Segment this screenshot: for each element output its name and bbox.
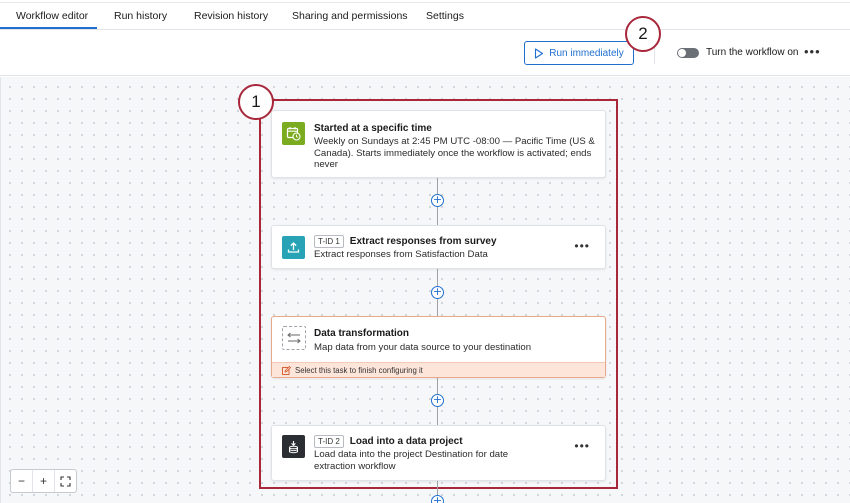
workflow-toggle[interactable] <box>677 48 699 58</box>
upload-icon <box>282 236 305 259</box>
trigger-card[interactable]: Started at a specific time Weekly on Sun… <box>271 110 606 178</box>
tab-revision-history[interactable]: Revision history <box>194 10 268 22</box>
calendar-clock-icon <box>282 122 305 145</box>
edit-icon <box>282 365 291 375</box>
add-task-button[interactable]: + <box>431 286 444 299</box>
run-immediately-button[interactable]: Run immediately <box>524 41 634 65</box>
tab-bar: Workflow editor Run history Revision his… <box>0 0 850 30</box>
card-title-row: T-ID 1 Extract responses from survey <box>314 235 497 248</box>
card-description: Load data into the project Destination f… <box>314 449 509 472</box>
card-description: Extract responses from Satisfaction Data <box>314 249 488 260</box>
run-immediately-label: Run immediately <box>549 47 624 59</box>
task-id-badge: T-ID 1 <box>314 235 344 248</box>
top-border <box>0 2 850 3</box>
transformation-task-card[interactable]: Data transformation Map data from your d… <box>271 316 606 378</box>
zoom-controls: − + <box>10 469 77 493</box>
play-icon <box>535 47 544 59</box>
tab-sharing-permissions[interactable]: Sharing and permissions <box>292 10 408 22</box>
canvas-edge <box>0 77 1 503</box>
load-task-card[interactable]: T-ID 2 Load into a data project Load dat… <box>271 425 606 481</box>
card-title: Extract responses from survey <box>349 236 497 247</box>
task-more-icon[interactable]: ••• <box>574 439 590 453</box>
card-title-row: Data transformation <box>314 328 409 339</box>
add-task-button[interactable]: + <box>431 194 444 207</box>
active-tab-indicator <box>0 27 97 29</box>
card-title: Started at a specific time <box>314 123 432 134</box>
add-task-button[interactable]: + <box>431 495 444 503</box>
card-description: Map data from your data source to your d… <box>314 342 532 353</box>
add-task-button[interactable]: + <box>431 394 444 407</box>
tab-workflow-editor[interactable]: Workflow editor <box>16 10 88 22</box>
zoom-in-button[interactable]: + <box>33 470 55 492</box>
configuration-warning[interactable]: Select this task to finish configuring i… <box>272 362 605 377</box>
toggle-knob <box>678 49 686 57</box>
more-options-icon[interactable]: ••• <box>804 44 821 59</box>
card-title-row: Started at a specific time <box>314 123 432 134</box>
fit-to-screen-icon[interactable] <box>55 470 76 492</box>
tab-run-history[interactable]: Run history <box>114 10 167 22</box>
warning-text: Select this task to finish configuring i… <box>295 365 423 375</box>
card-title-row: T-ID 2 Load into a data project <box>314 435 463 448</box>
task-id-badge: T-ID 2 <box>314 435 344 448</box>
database-icon <box>282 435 305 458</box>
card-description: Weekly on Sundays at 2:45 PM UTC -08:00 … <box>314 136 595 170</box>
toggle-label: Turn the workflow on <box>706 47 799 58</box>
zoom-out-button[interactable]: − <box>11 470 33 492</box>
extract-task-card[interactable]: T-ID 1 Extract responses from survey Ext… <box>271 225 606 269</box>
task-more-icon[interactable]: ••• <box>574 239 590 253</box>
card-title: Load into a data project <box>349 436 463 447</box>
callout-badge: 2 <box>625 16 661 52</box>
toolbar: Run immediately Turn the workflow on ••• <box>0 30 850 76</box>
callout-badge: 1 <box>238 84 274 120</box>
card-title: Data transformation <box>314 328 410 339</box>
tab-settings[interactable]: Settings <box>426 10 464 22</box>
transform-arrows-icon <box>282 326 306 350</box>
